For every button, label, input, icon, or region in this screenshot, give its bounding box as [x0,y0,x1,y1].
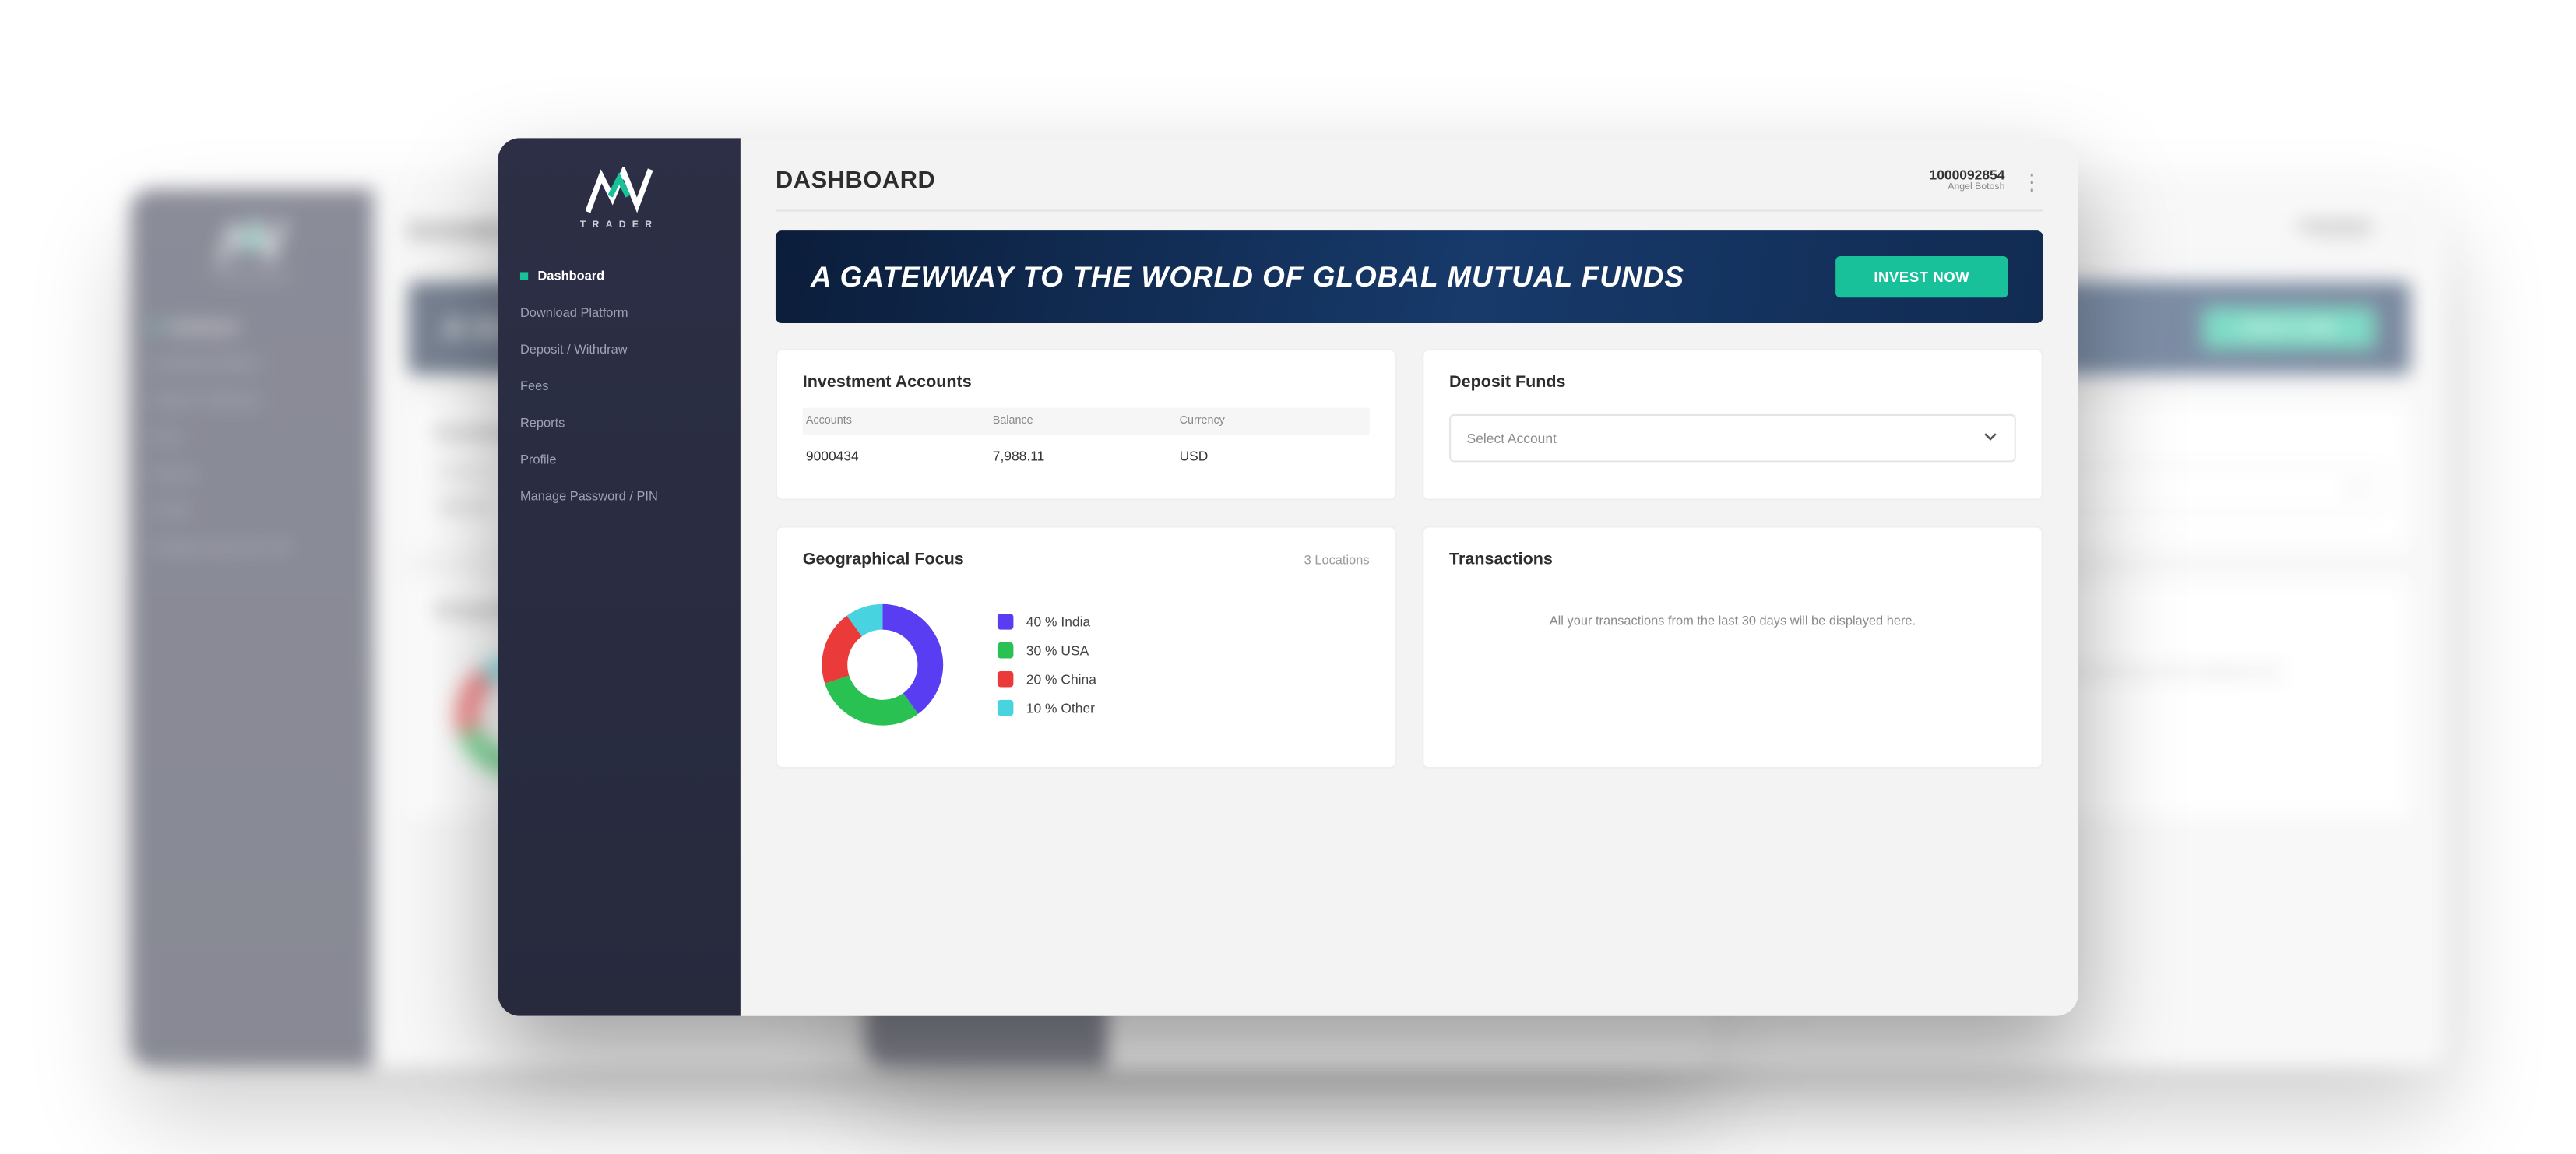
legend-label: 10 % Other [1026,700,1095,716]
hero-banner: A GATEWWAY TO THE WORLD OF GLOBAL MUTUAL… [776,230,2043,323]
table-header: Accounts Balance Currency [803,408,1370,435]
card-title: Investment Accounts [803,373,1370,392]
investment-accounts-card: Investment Accounts Accounts Balance Cur… [776,349,1396,501]
card-title: Deposit Funds [1449,373,2016,392]
legend-item-india: 40 % India [998,614,1096,630]
sidebar-item-deposit-withdraw[interactable]: Deposit / Withdraw [153,393,357,407]
brand-logo: TRADER [146,218,357,282]
cell-account: 9000434 [806,448,993,464]
sidebar-item-fees[interactable]: Fees [153,430,357,444]
main-content: DASHBOARD 1000092854 Angel Botosh ⋮ A GA… [741,138,2078,1016]
legend-swatch [998,614,1014,630]
sidebar-item-fees[interactable]: Fees [520,379,724,393]
user-name: Angel Botosh [1930,182,2005,193]
sidebar-nav: Dashboard Download Platform Deposit / With… [514,269,725,503]
legend-swatch [998,642,1014,659]
logo-icon [219,218,286,266]
card-title: Geographical Focus [803,550,964,569]
invest-now-button[interactable]: INVEST NOW [2203,308,2375,349]
user-block: 1000092854 Angel Botosh [1930,167,2005,193]
chart-legend: 40 % India 30 % USA 20 % China 10 % Other [998,614,1096,716]
legend-item-china: 20 % China [998,671,1096,688]
deposit-funds-card: Deposit Funds Select Account [1422,349,2043,501]
sidebar-nav: Dashboard Download Platform Deposit / With… [146,320,357,554]
col-currency: Currency [1180,416,1367,427]
cell-balance: 7,988.11 [993,448,1180,464]
sidebar-item-deposit-withdraw[interactable]: Deposit / Withdraw [520,343,724,357]
brand-tagline: TRADER [580,221,658,230]
chevron-down-icon [2349,480,2366,499]
user-name: Angel Botosh [2296,234,2372,245]
legend-item-other: 10 % Other [998,700,1096,716]
topbar: DASHBOARD 1000092854 Angel Botosh ⋮ [776,167,2043,211]
select-account-dropdown[interactable]: Select Account [1449,414,2016,463]
sidebar-item-profile[interactable]: Profile [153,504,357,518]
sidebar-item-dashboard[interactable]: Dashboard [520,269,724,283]
sidebar-item-download-platform[interactable]: Download Platform [520,306,724,320]
app-window: TRADER Dashboard Download Platform Deposit… [498,138,2078,1016]
col-accounts: Accounts [806,416,993,427]
col-balance: Balance [993,416,1180,427]
user-block: 1000092854 Angel Botosh [2296,219,2372,245]
geographical-focus-card: Geographical Focus 3 Locations 40 % Indi… [776,526,1396,769]
card-subtitle: 3 Locations [1304,552,1370,566]
chevron-down-icon [1983,428,1999,448]
legend-label: 40 % India [1026,614,1090,630]
legend-label: 30 % USA [1026,642,1089,659]
page-title: DASHBOARD [776,167,935,194]
sidebar: TRADER Dashboard Download Platform Deposit… [131,189,374,1068]
sidebar-item-reports[interactable]: Reports [153,467,357,481]
sidebar: TRADER Dashboard Download Platform Deposit… [498,138,741,1016]
legend-item-usa: 30 % USA [998,642,1096,659]
brand-tagline: TRADER [213,272,290,281]
donut-slice-usa [825,676,918,726]
user-id: 1000092854 [1930,167,2005,182]
donut-slice-india [882,604,943,714]
sidebar-item-dashboard[interactable]: Dashboard [153,320,357,334]
sidebar-item-download-platform[interactable]: Download Platform [153,357,357,371]
select-placeholder: Select Account [1467,430,1557,446]
legend-label: 20 % China [1026,671,1096,688]
user-id: 1000092854 [2296,219,2372,234]
table-row[interactable]: 90004347,988.11USD [803,435,1370,477]
cell-currency: USD [1180,448,1367,464]
legend-swatch [998,671,1014,688]
brand-logo: TRADER [514,167,725,230]
legend-swatch [998,700,1014,716]
sidebar-item-reports[interactable]: Reports [520,416,724,430]
logo-icon [586,167,653,215]
transactions-card: Transactions All your transactions from … [1422,526,2043,769]
transactions-empty-text: All your transactions from the last 30 d… [1449,569,2016,673]
sidebar-item-manage-password-pin[interactable]: Manage Password / PIN [520,489,724,503]
sidebar-item-profile[interactable]: Profile [520,452,724,466]
banner-headline: A GATEWWAY TO THE WORLD OF GLOBAL MUTUAL… [811,260,1684,293]
invest-now-button[interactable]: INVEST NOW [1835,256,2008,297]
card-title: Transactions [1449,550,2016,569]
donut-chart [803,585,962,744]
sidebar-item-manage-password-pin[interactable]: Manage Password / PIN [153,540,357,554]
